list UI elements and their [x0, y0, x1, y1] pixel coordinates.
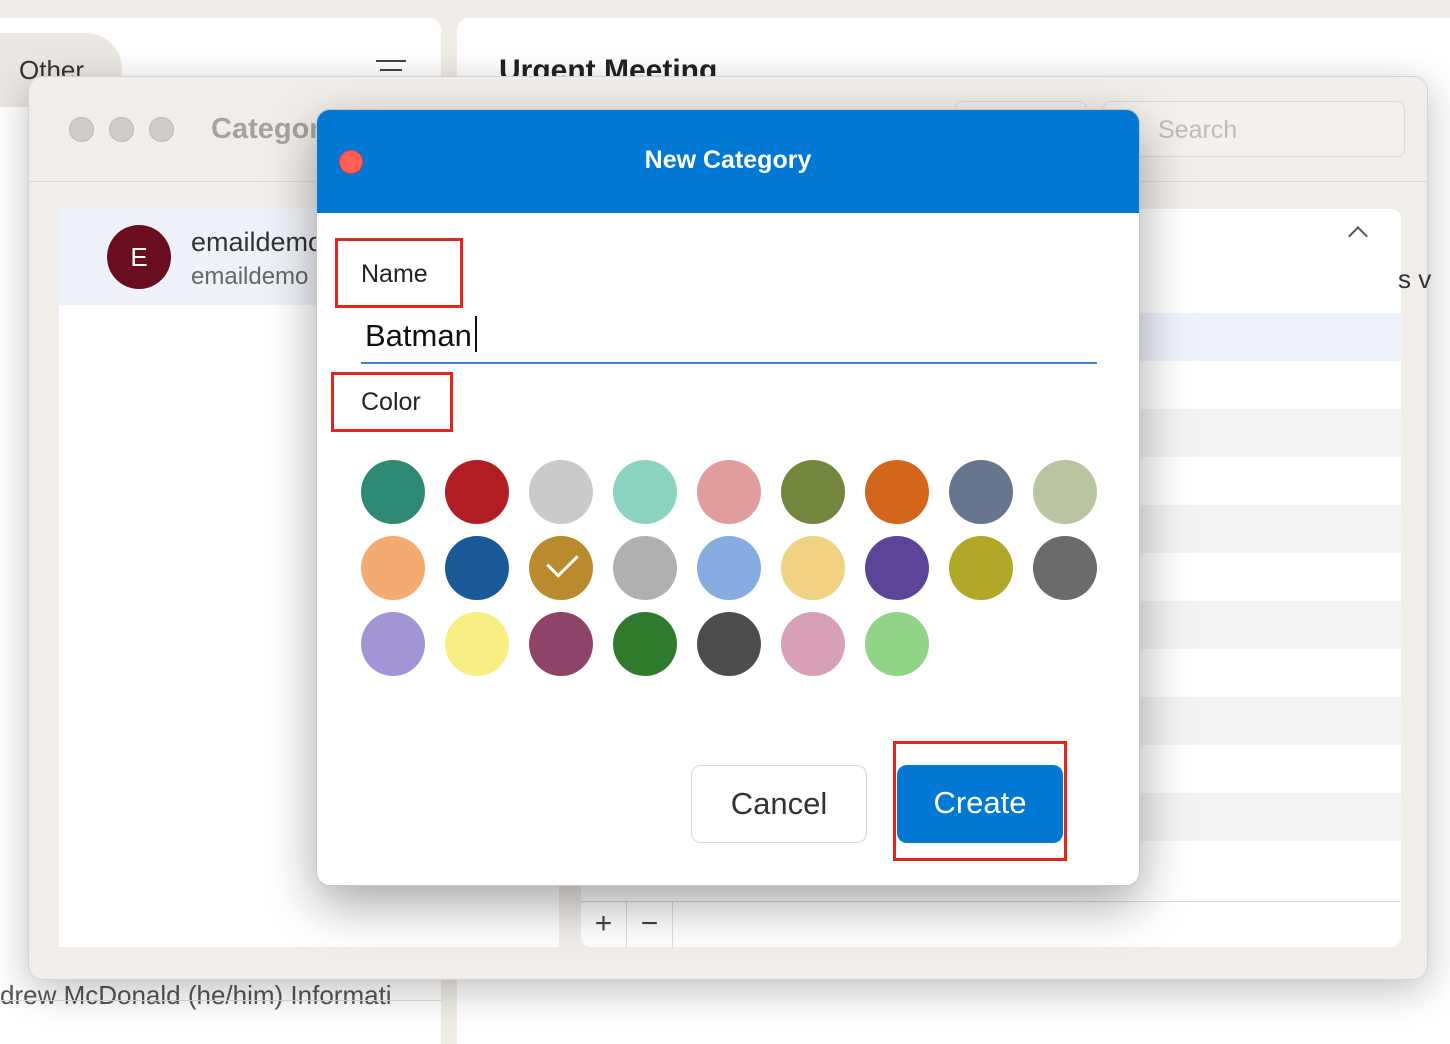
color-swatch[interactable] [613, 536, 677, 600]
color-swatch[interactable] [613, 612, 677, 676]
list-footer-toolbar: + − [581, 901, 1401, 948]
highlight-box-create [893, 741, 1067, 861]
cancel-button[interactable]: Cancel [691, 765, 867, 843]
account-email: emaildemo [191, 263, 309, 290]
list-divider [0, 1000, 441, 1001]
category-search-input[interactable]: Search [1103, 101, 1405, 157]
dialog-title: New Category [644, 146, 812, 174]
color-swatch[interactable] [1033, 536, 1097, 600]
color-swatch[interactable] [865, 612, 929, 676]
color-swatch[interactable] [361, 612, 425, 676]
category-name-input[interactable] [361, 310, 1097, 364]
dialog-header: New Category [317, 110, 1139, 213]
window-zoom-button[interactable] [149, 117, 174, 142]
color-swatch[interactable] [949, 460, 1013, 524]
color-swatch[interactable] [361, 460, 425, 524]
color-swatch[interactable] [529, 460, 593, 524]
color-swatch[interactable] [697, 536, 761, 600]
window-close-button[interactable] [69, 117, 94, 142]
color-swatch[interactable] [1033, 460, 1097, 524]
message-preview-text: drew McDonald (he/him) Informati [0, 980, 392, 1010]
color-label: Color [361, 388, 421, 416]
name-label: Name [361, 260, 428, 288]
add-category-button[interactable]: + [581, 902, 627, 948]
color-swatch[interactable] [865, 536, 929, 600]
chevron-up-icon[interactable] [1348, 226, 1368, 246]
color-swatch[interactable] [445, 460, 509, 524]
text-caret [475, 316, 477, 352]
color-swatch[interactable] [781, 536, 845, 600]
new-category-dialog: New Category Name Color Cancel Create [316, 109, 1140, 886]
color-swatch[interactable] [445, 536, 509, 600]
color-swatch[interactable] [445, 612, 509, 676]
color-swatch[interactable] [529, 536, 593, 600]
color-swatch[interactable] [697, 460, 761, 524]
background-text: s v [1398, 264, 1432, 294]
color-swatch[interactable] [613, 460, 677, 524]
window-minimize-button[interactable] [109, 117, 134, 142]
color-swatch[interactable] [361, 536, 425, 600]
color-swatch[interactable] [781, 460, 845, 524]
remove-category-button[interactable]: − [627, 902, 673, 948]
avatar: E [107, 225, 171, 289]
color-swatch[interactable] [865, 460, 929, 524]
color-swatch[interactable] [949, 536, 1013, 600]
color-swatch[interactable] [529, 612, 593, 676]
color-swatch[interactable] [697, 612, 761, 676]
account-name: emaildemo [191, 227, 324, 257]
color-swatch[interactable] [781, 612, 845, 676]
